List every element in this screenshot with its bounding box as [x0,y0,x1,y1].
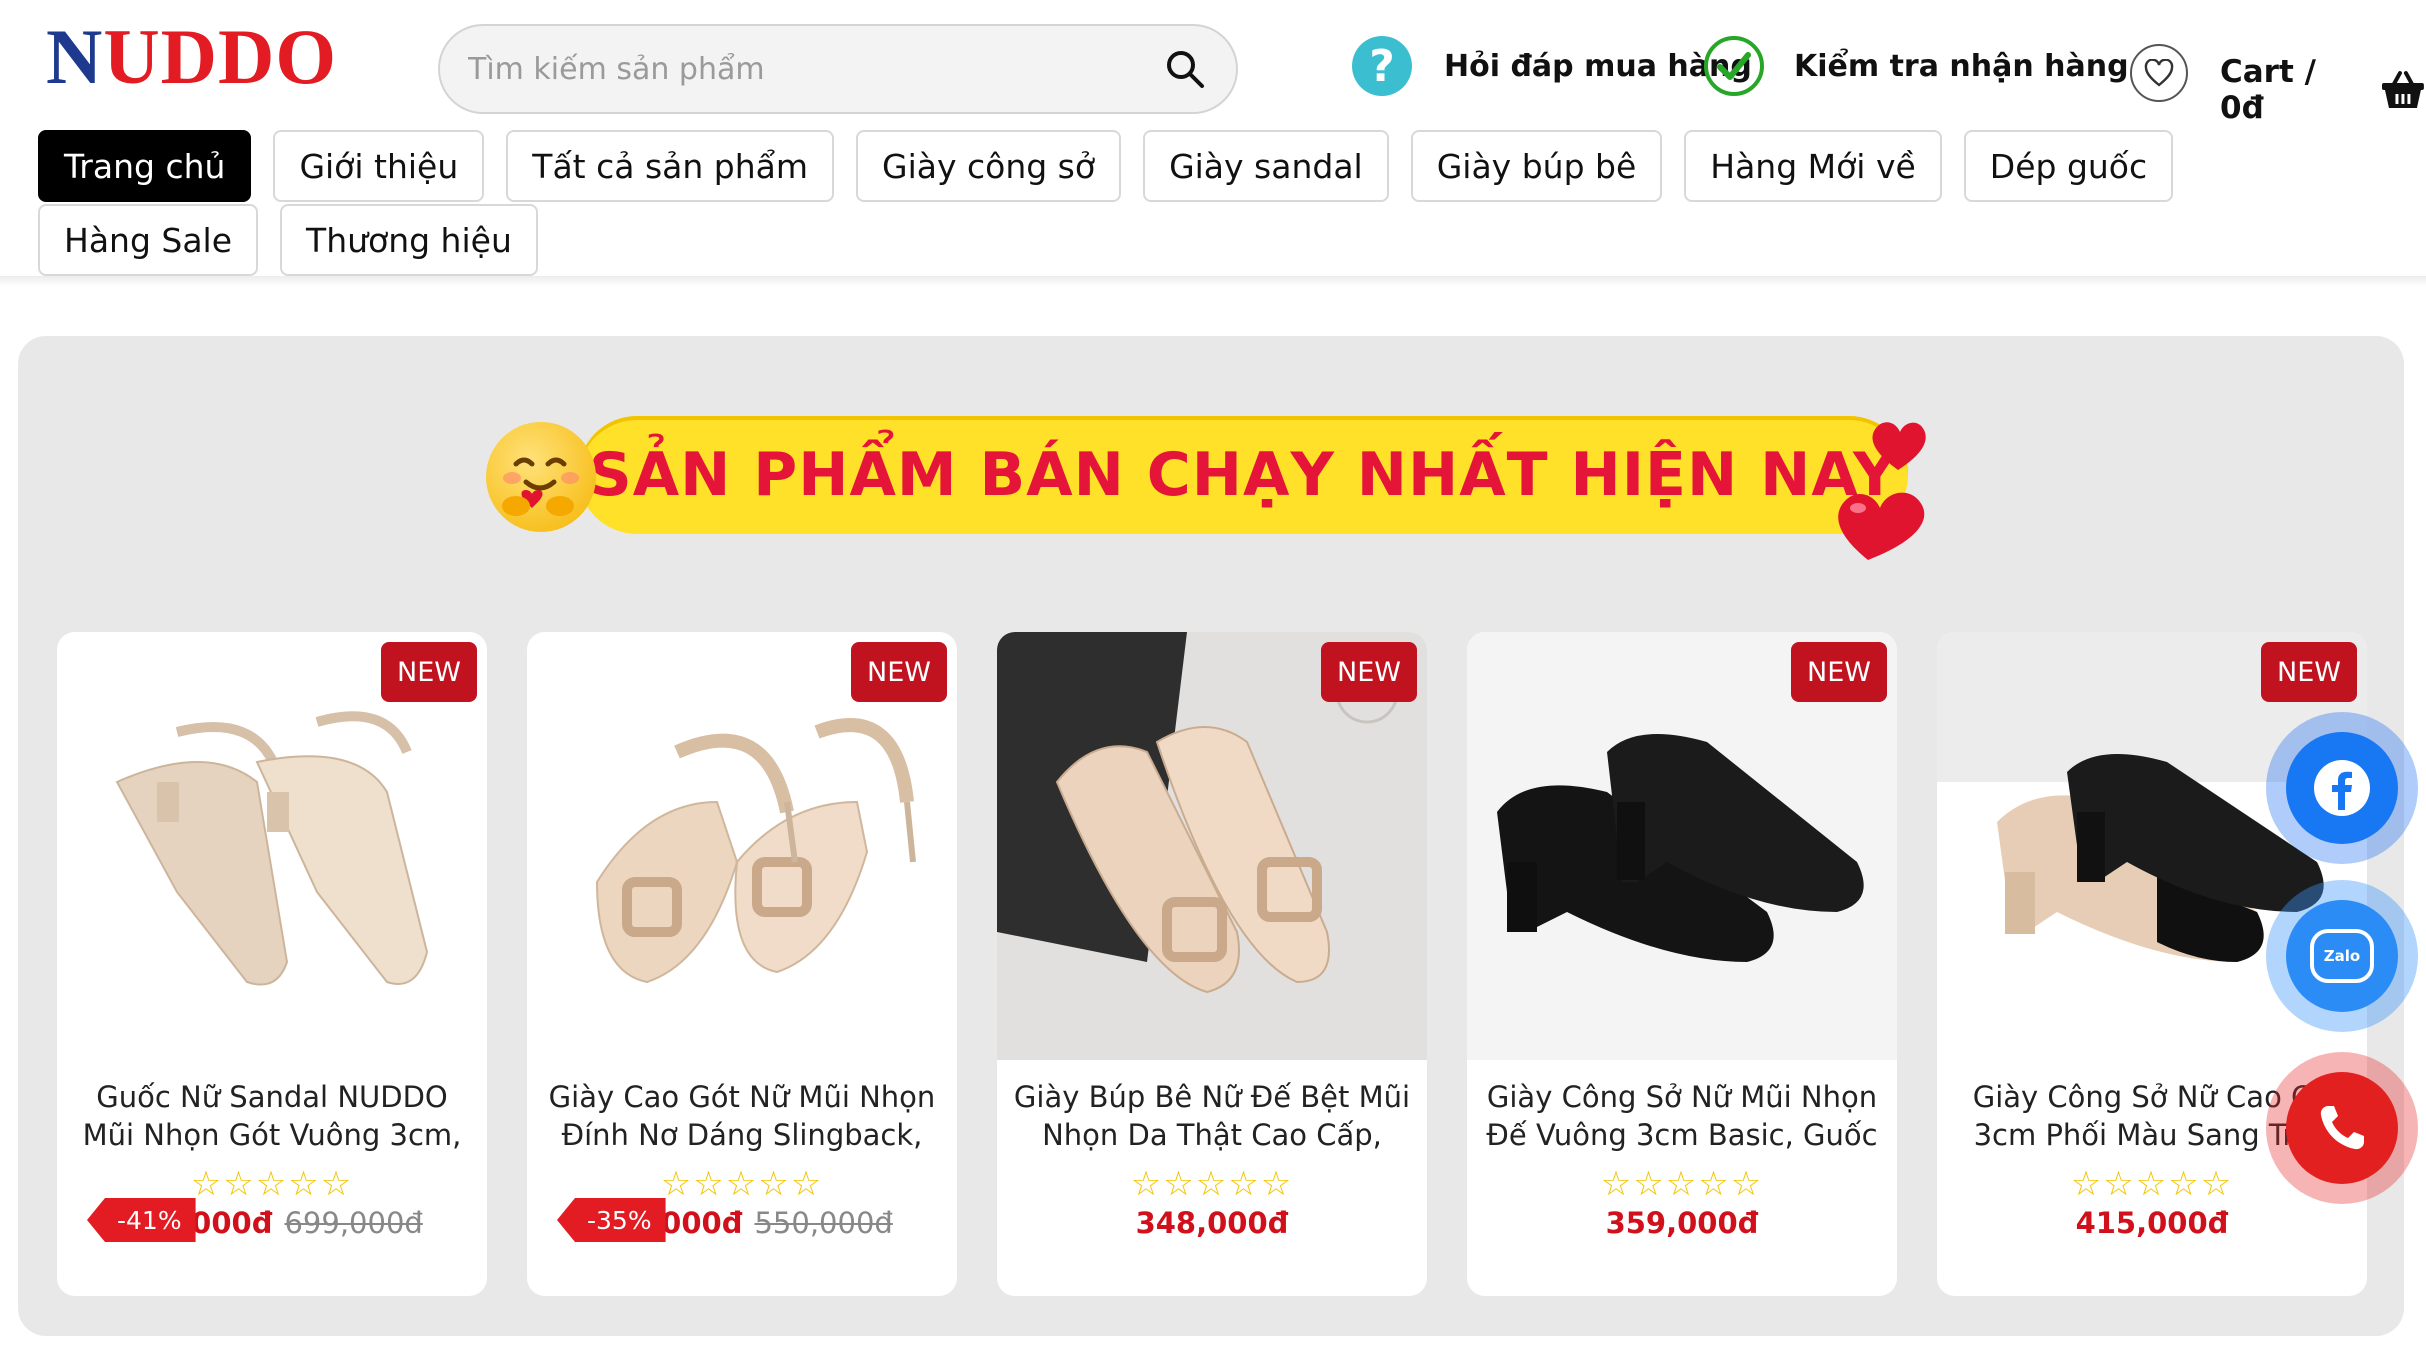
new-badge: NEW [381,642,477,702]
nav-tab-sale[interactable]: Hàng Sale [38,204,259,276]
discount-badge: -35% [557,1198,666,1242]
product-card[interactable]: NEW Giày Cao Gót Nữ Mũi Nhọn Đính Nơ Dáng… [527,632,957,1296]
nav-tab-new-arrivals[interactable]: Hàng Mới về [1684,130,1942,202]
zalo-contact-button[interactable]: Zalo [2266,880,2418,1032]
hearts-icon [1838,422,1926,560]
sale-price: 000đ [661,1206,743,1240]
main-nav: Trang chủ Giới thiệu Tất cả sản phẩm Già… [38,130,2338,278]
nav-tab-sandals[interactable]: Giày sandal [1143,130,1389,202]
product-title[interactable]: Guốc Nữ Sandal NUDDO Mũi Nhọn Gót Vuông 3… [71,1078,473,1154]
new-badge: NEW [2261,642,2357,702]
price-row: 359,000đ [1467,1206,1897,1240]
best-sellers-section: SẢN PHẨM BÁN CHẠY NHẤT HIỆN NAY NEW Guốc… [18,336,2404,1336]
title-line: Mũi Nhọn Gót Vuông 3cm, [82,1118,462,1152]
title-line: Giày Búp Bê Nữ Đế Bệt Mũi [1013,1080,1411,1114]
nav-tab-home[interactable]: Trang chủ [38,130,252,202]
title-line: Giày Công Sở Nữ Mũi Nhọn [1486,1080,1878,1114]
price-row: 348,000đ [997,1206,1427,1240]
sale-price: 415,000đ [2075,1206,2229,1240]
nav-tab-about[interactable]: Giới thiệu [273,130,485,202]
nav-tab-all-products[interactable]: Tất cả sản phẩm [506,130,834,202]
new-badge: NEW [1791,642,1887,702]
header-divider [0,276,2426,286]
search-bar [438,24,1238,114]
site-logo[interactable]: NUDDO [46,18,337,96]
product-title[interactable]: Giày Công Sở Nữ Mũi Nhọn Đế Vuông 3cm Bas… [1481,1078,1883,1154]
facebook-contact-button[interactable] [2266,712,2418,864]
new-badge: NEW [1321,642,1417,702]
sale-price: 000đ [191,1206,273,1240]
banner-title: SẢN PHẨM BÁN CHẠY NHẤT HIỆN NAY [588,440,1898,510]
question-icon: ? [1352,36,1412,96]
search-icon[interactable] [1162,46,1208,92]
product-title[interactable]: Giày Cao Gót Nữ Mũi Nhọn Đính Nơ Dáng Sli… [541,1078,943,1154]
zalo-icon: Zalo [2286,900,2398,1012]
hugging-face-icon [486,422,596,532]
original-price: 699,000đ [284,1206,423,1240]
product-card[interactable]: NEW Guốc Nữ Sandal NUDDO Mũi Nhọn Gót Vuô… [57,632,487,1296]
rating-stars: ☆☆☆☆☆ [1130,1164,1294,1204]
zalo-label: Zalo [2310,929,2374,983]
nav-tab-flats[interactable]: Giày búp bê [1410,130,1663,202]
faq-link[interactable]: ? Hỏi đáp mua hàng [1352,36,1752,96]
wishlist-button[interactable] [2130,44,2188,102]
basket-icon [2382,71,2425,108]
search-input[interactable] [468,51,1162,87]
title-line: Đính Nơ Dáng Slingback, [561,1118,923,1152]
logo-letter-n: N [46,13,104,100]
nav-tab-brands[interactable]: Thương hiệu [280,204,538,276]
check-order-link[interactable]: Kiểm tra nhận hàng [1704,36,2129,96]
new-badge: NEW [851,642,947,702]
product-card[interactable]: NEW Giày Công Sở Nữ Mũi Nhọn Đế Vuông 3cm… [1467,632,1897,1296]
title-line: Guốc Nữ Sandal NUDDO [96,1080,448,1114]
facebook-icon [2286,732,2398,844]
check-order-label: Kiểm tra nhận hàng [1794,48,2129,84]
cart-label: Cart / 0đ [2220,54,2316,126]
sale-price: 348,000đ [1135,1206,1289,1240]
nav-tab-clogs[interactable]: Dép guốc [1963,130,2174,202]
logo-letters: UDDO [103,13,338,100]
nav-tab-office-shoes[interactable]: Giày công sở [856,130,1122,202]
sale-price: 359,000đ [1605,1206,1759,1240]
discount-badge: -41% [87,1198,196,1242]
rating-stars: ☆☆☆☆☆ [1600,1164,1764,1204]
title-line: Giày Cao Gót Nữ Mũi Nhọn [548,1080,936,1114]
product-card[interactable]: NEW Giày Búp Bê Nữ Đế Bệt Mũi Nhọn Da Thậ… [997,632,1427,1296]
checkmark-icon [1704,36,1764,96]
cart-button[interactable]: Cart / 0đ [2220,54,2426,126]
original-price: 550,000đ [754,1206,893,1240]
phone-icon [2286,1072,2398,1184]
phone-contact-button[interactable] [2266,1052,2418,1204]
product-title[interactable]: Giày Búp Bê Nữ Đế Bệt Mũi Nhọn Da Thật Ca… [1011,1078,1413,1154]
title-line: Đế Vuông 3cm Basic, Guốc [1486,1118,1878,1152]
heart-icon [2144,59,2174,87]
price-row: 415,000đ [1937,1206,2367,1240]
best-sellers-banner: SẢN PHẨM BÁN CHẠY NHẤT HIỆN NAY [578,416,1908,534]
title-line: Nhọn Da Thật Cao Cấp, [1042,1118,1382,1152]
